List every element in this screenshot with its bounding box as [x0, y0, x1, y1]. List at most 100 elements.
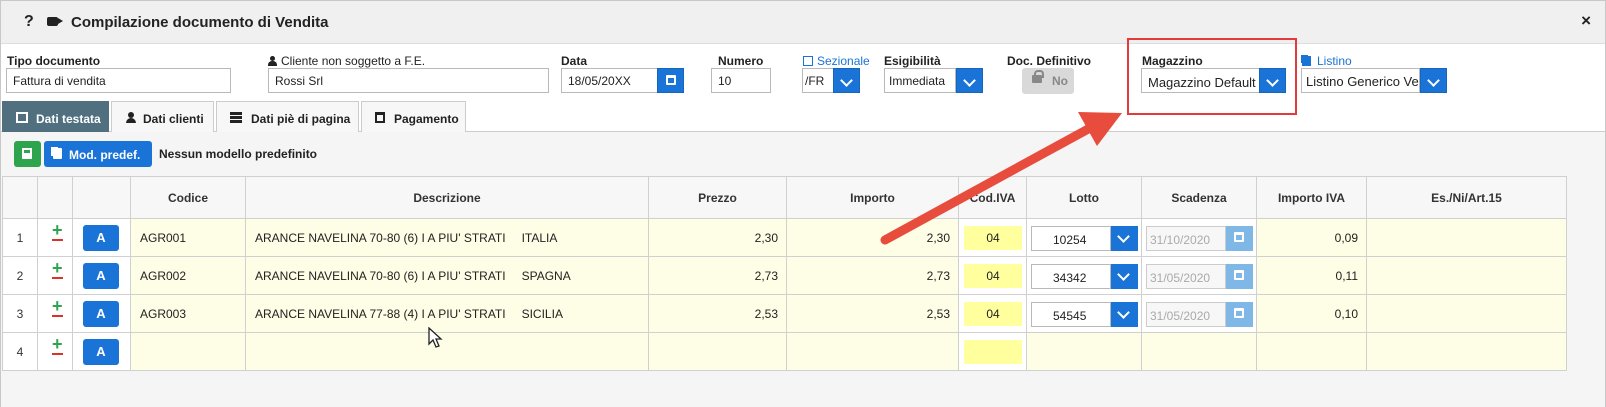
column-header-descrizione[interactable]: Descrizione: [245, 176, 649, 219]
scadenza-calendar-button: [1226, 264, 1253, 289]
esigibilita-select[interactable]: Immediata: [884, 68, 956, 93]
help-icon[interactable]: ?: [24, 13, 34, 31]
lotto-cell[interactable]: [1026, 332, 1142, 371]
column-header-es-ni-art15[interactable]: Es./Ni/Art.15: [1366, 176, 1567, 219]
column-header-importo[interactable]: Importo: [786, 176, 959, 219]
scadenza-cell: 31/05/2020: [1141, 256, 1257, 295]
importo-cell[interactable]: 2,73: [786, 256, 959, 295]
column-header-cod-iva[interactable]: Cod.IVA: [958, 176, 1027, 219]
mod-predef-button[interactable]: Mod. predef.: [44, 141, 152, 167]
lotto-dropdown-button[interactable]: [1111, 302, 1138, 327]
tab-dati-pie-di-pagina[interactable]: Dati piè di pagina: [216, 101, 359, 132]
doc-definitivo-toggle[interactable]: No: [1022, 68, 1074, 94]
tab-dati-testata[interactable]: Dati testata: [2, 101, 109, 132]
cod-iva-cell[interactable]: [958, 332, 1027, 371]
lotto-cell[interactable]: 10254: [1026, 218, 1142, 257]
codice-cell[interactable]: AGR002: [130, 256, 246, 295]
scadenza-calendar-button: [1226, 226, 1253, 251]
cod-iva-value[interactable]: 04: [964, 302, 1022, 326]
plus-icon[interactable]: +: [52, 259, 63, 277]
prezzo-cell[interactable]: 2,53: [648, 294, 787, 333]
column-header-importo-iva[interactable]: Importo IVA: [1256, 176, 1367, 219]
sezionale-label[interactable]: Sezionale: [803, 54, 870, 68]
row-action-button[interactable]: A: [83, 301, 119, 327]
cod-iva-cell[interactable]: 04: [958, 218, 1027, 257]
plus-icon[interactable]: +: [52, 221, 63, 239]
cod-iva-value[interactable]: 04: [964, 264, 1022, 288]
column-header-prezzo[interactable]: Prezzo: [648, 176, 787, 219]
es-ni-art15-cell[interactable]: [1366, 256, 1567, 295]
tipo-documento-label: Tipo documento: [7, 54, 101, 68]
list-icon: [230, 112, 242, 123]
column-header: [72, 176, 131, 219]
codice-cell[interactable]: [130, 332, 246, 371]
listino-select[interactable]: Listino Generico Ver: [1301, 68, 1420, 93]
table-row[interactable]: 3 + A AGR003 ARANCE NAVELINA 77-88 (4) I A P…: [2, 294, 1567, 333]
codice-cell[interactable]: AGR003: [130, 294, 246, 333]
video-camera-icon[interactable]: [47, 17, 58, 26]
lotto-select[interactable]: 54545: [1031, 302, 1111, 327]
column-header-codice[interactable]: Codice: [130, 176, 246, 219]
column-header-scadenza[interactable]: Scadenza: [1141, 176, 1257, 219]
row-action-button[interactable]: A: [83, 339, 119, 365]
row-number: 1: [2, 218, 38, 257]
numero-field[interactable]: 10: [711, 68, 771, 93]
importo-cell[interactable]: 2,53: [786, 294, 959, 333]
save-icon[interactable]: [14, 141, 41, 167]
listino-label[interactable]: Listino: [1302, 54, 1352, 68]
scadenza-cell: 31/10/2020: [1141, 218, 1257, 257]
prezzo-cell[interactable]: 2,30: [648, 218, 787, 257]
table-row[interactable]: 4 + A: [2, 332, 1567, 371]
descrizione-cell[interactable]: [245, 332, 649, 371]
lotto-select[interactable]: 10254: [1031, 226, 1111, 251]
row-action-button[interactable]: A: [83, 225, 119, 251]
importo-cell[interactable]: [786, 332, 959, 371]
lotto-cell[interactable]: 54545: [1026, 294, 1142, 333]
descrizione-cell[interactable]: ARANCE NAVELINA 70-80 (6) I A PIU' STRAT…: [245, 218, 649, 257]
cod-iva-value[interactable]: 04: [964, 226, 1022, 250]
column-header-lotto[interactable]: Lotto: [1026, 176, 1142, 219]
es-ni-art15-cell[interactable]: [1366, 218, 1567, 257]
table-row[interactable]: 1 + A AGR001 ARANCE NAVELINA 70-80 (6) I A P…: [2, 218, 1567, 257]
listino-dropdown-button[interactable]: [1420, 68, 1447, 93]
es-ni-art15-cell[interactable]: [1366, 332, 1567, 371]
lotto-dropdown-button[interactable]: [1111, 264, 1138, 289]
table-row[interactable]: 2 + A AGR002 ARANCE NAVELINA 70-80 (6) I A P…: [2, 256, 1567, 295]
descrizione-cell[interactable]: ARANCE NAVELINA 77-88 (4) I A PIU' STRAT…: [245, 294, 649, 333]
lotto-cell[interactable]: 34342: [1026, 256, 1142, 295]
prezzo-cell[interactable]: 2,73: [648, 256, 787, 295]
cod-iva-cell[interactable]: 04: [958, 294, 1027, 333]
importo-cell[interactable]: 2,30: [786, 218, 959, 257]
cliente-field[interactable]: Rossi Srl: [268, 68, 549, 93]
sezionale-dropdown-button[interactable]: [833, 68, 860, 93]
importo-iva-cell[interactable]: 0,11: [1256, 256, 1367, 295]
importo-iva-cell[interactable]: [1256, 332, 1367, 371]
lotto-select[interactable]: 34342: [1031, 264, 1111, 289]
scadenza-cell[interactable]: [1141, 332, 1257, 371]
plus-icon[interactable]: +: [52, 297, 63, 315]
importo-iva-cell[interactable]: 0,09: [1256, 218, 1367, 257]
cod-iva-cell[interactable]: 04: [958, 256, 1027, 295]
codice-cell[interactable]: AGR001: [130, 218, 246, 257]
es-ni-art15-cell[interactable]: [1366, 294, 1567, 333]
sezionale-select[interactable]: /FR: [802, 68, 834, 93]
esigibilita-dropdown-button[interactable]: [956, 68, 983, 93]
data-field[interactable]: 18/05/20XX: [561, 68, 658, 93]
minus-icon[interactable]: [52, 277, 63, 279]
scadenza-calendar-button: [1226, 302, 1253, 327]
prezzo-cell[interactable]: [648, 332, 787, 371]
plus-icon[interactable]: +: [52, 335, 63, 353]
minus-icon[interactable]: [52, 315, 63, 317]
cod-iva-value[interactable]: [964, 340, 1022, 364]
lotto-dropdown-button[interactable]: [1111, 226, 1138, 251]
close-icon[interactable]: ×: [1581, 11, 1591, 31]
minus-icon[interactable]: [52, 239, 63, 241]
tab-pagamento[interactable]: Pagamento: [361, 101, 466, 132]
tab-dati-clienti[interactable]: Dati clienti: [111, 101, 214, 132]
tipo-documento-field[interactable]: Fattura di vendita: [6, 68, 231, 93]
data-calendar-button[interactable]: [657, 68, 684, 93]
importo-iva-cell[interactable]: 0,10: [1256, 294, 1367, 333]
descrizione-cell[interactable]: ARANCE NAVELINA 70-80 (6) I A PIU' STRAT…: [245, 256, 649, 295]
minus-icon[interactable]: [52, 353, 63, 355]
row-action-button[interactable]: A: [83, 263, 119, 289]
